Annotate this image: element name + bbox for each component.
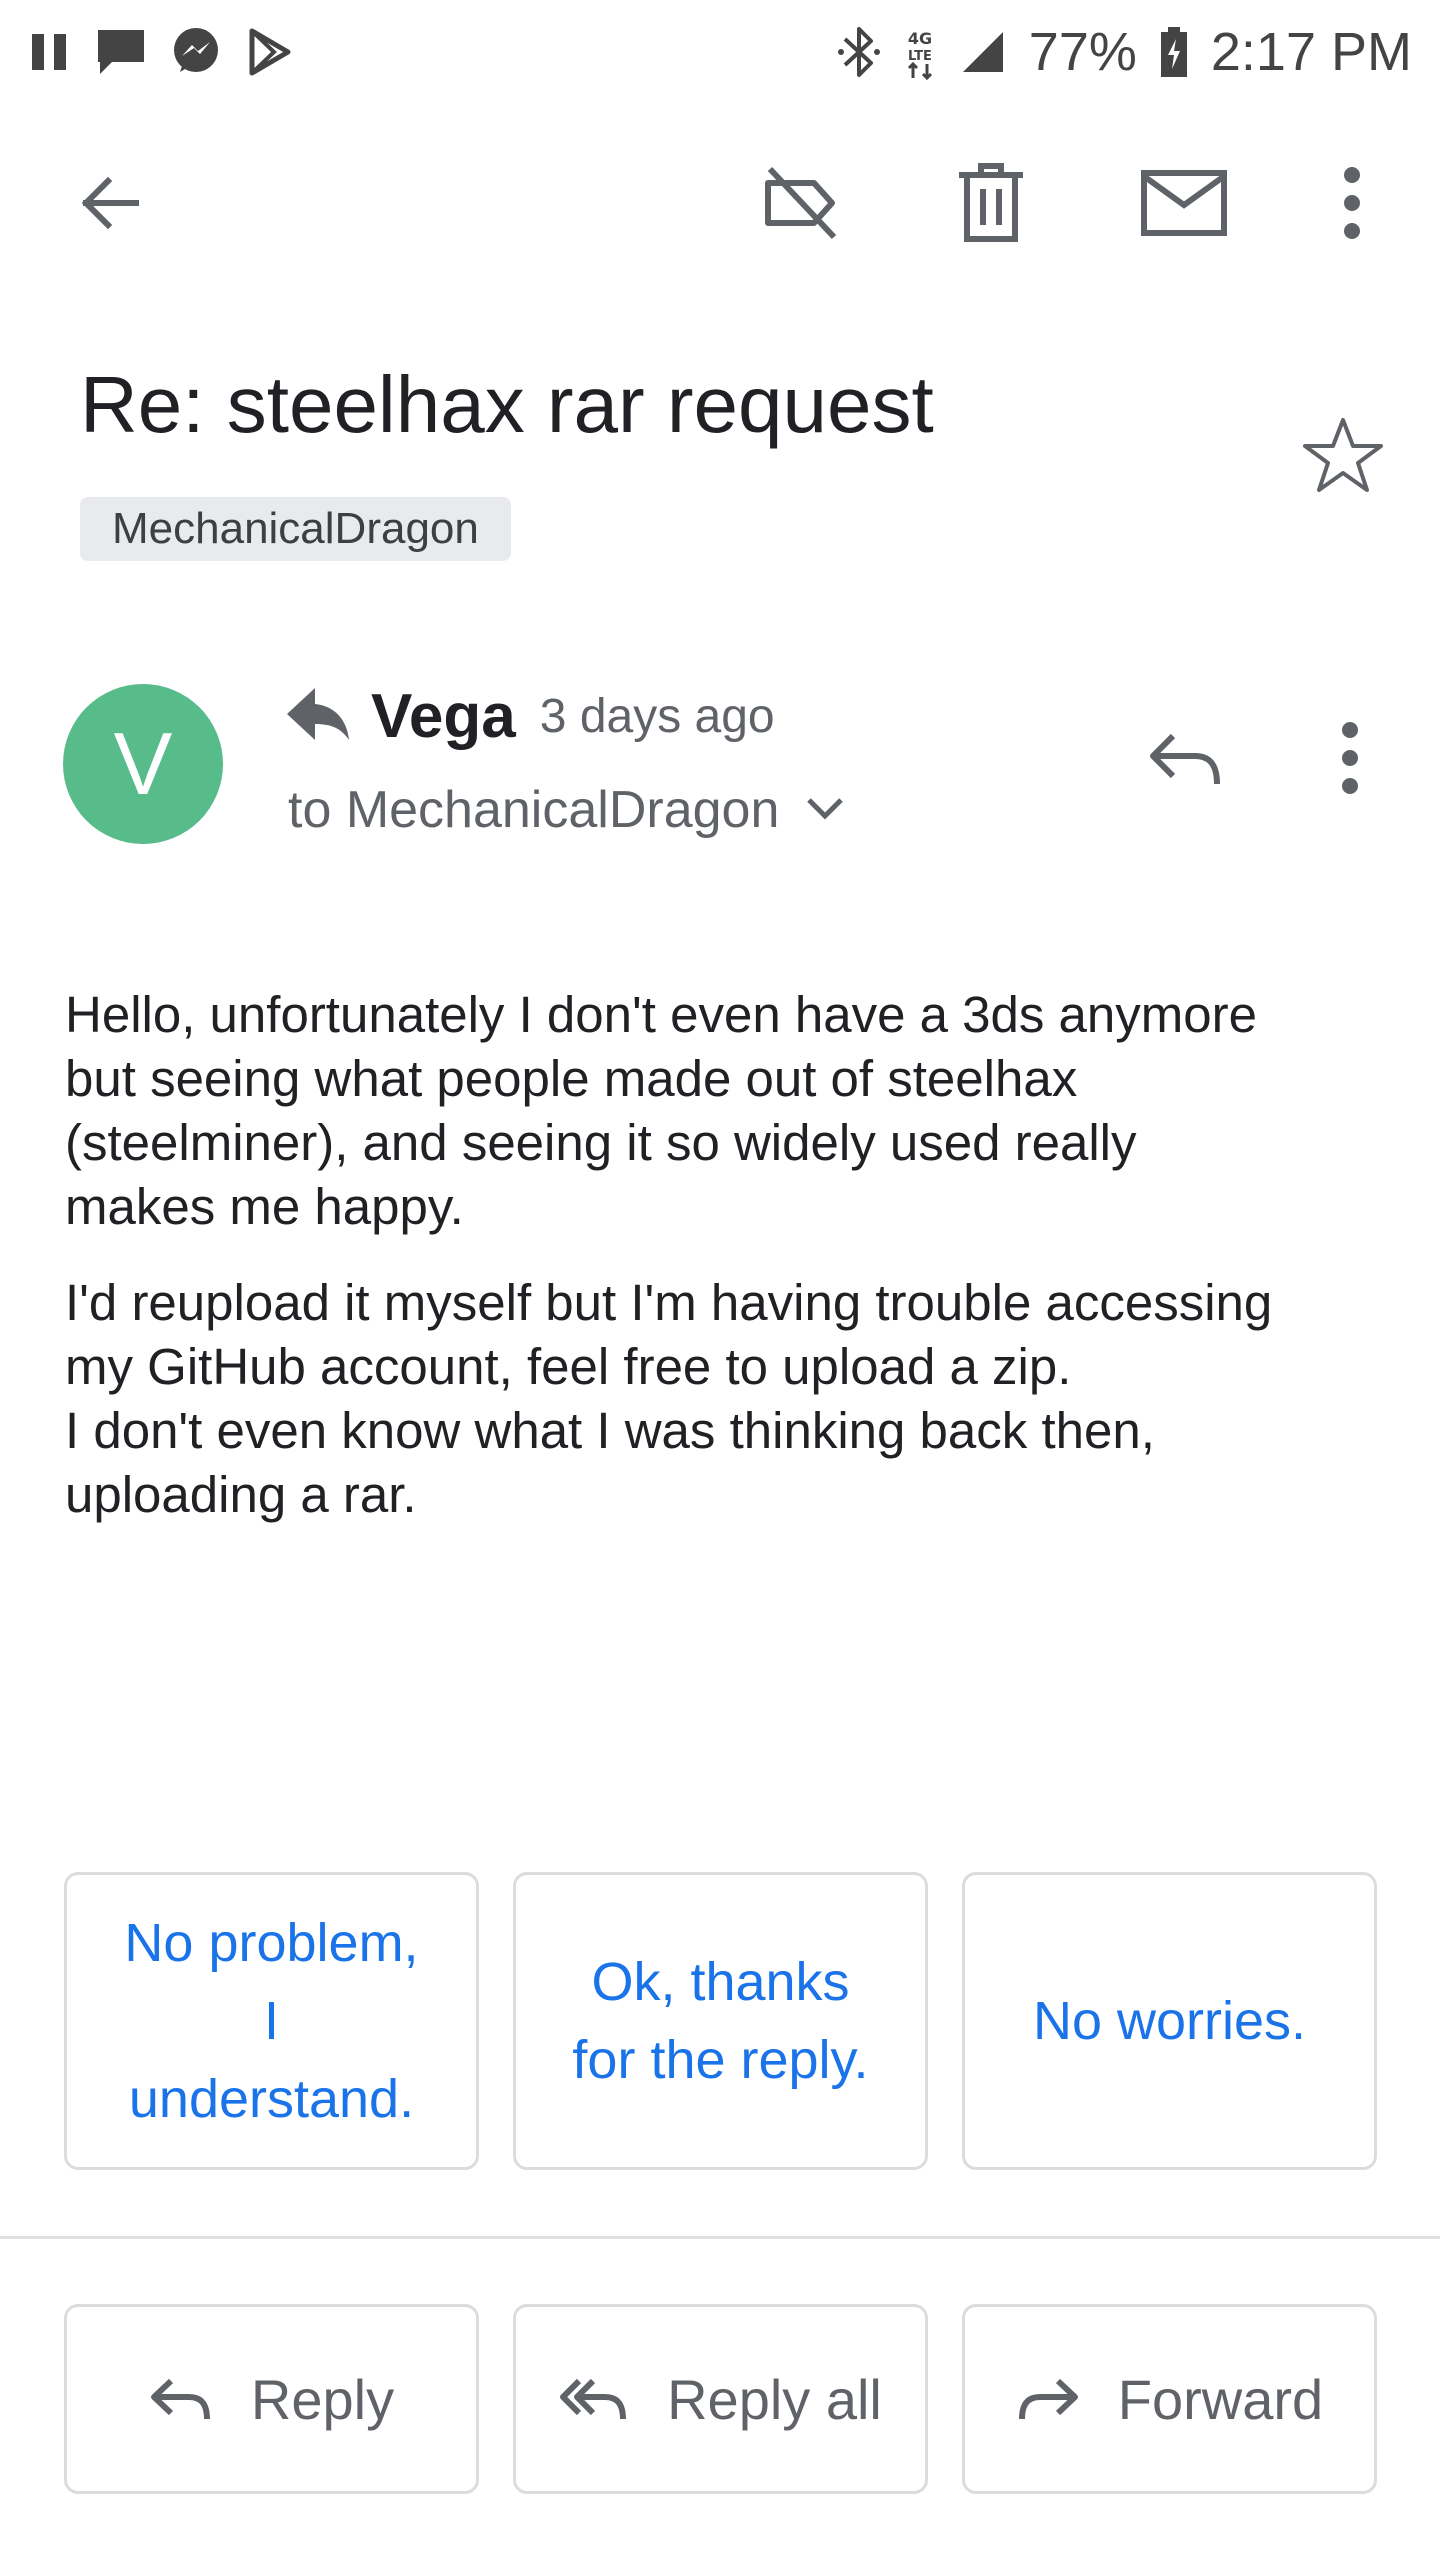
avatar[interactable]: V xyxy=(63,684,223,844)
smart-reply-text: No worries. xyxy=(1033,1982,1306,2060)
forward-button[interactable]: Forward xyxy=(962,2304,1377,2494)
star-icon xyxy=(1301,415,1385,500)
reply-button[interactable]: Reply xyxy=(64,2304,479,2494)
recipient-details-toggle[interactable]: to MechanicalDragon xyxy=(288,770,845,850)
divider xyxy=(0,2236,1440,2239)
smart-reply-line: I xyxy=(263,1991,279,2051)
smart-replies: No problem, I understand. Ok, thanks for… xyxy=(64,1872,1377,2170)
replied-icon xyxy=(285,684,351,749)
lte-icon: 4G LTE xyxy=(903,24,937,80)
message-more-button[interactable] xyxy=(1300,705,1400,815)
toolbar xyxy=(0,140,1440,270)
reply-all-button[interactable]: Reply all xyxy=(513,2304,928,2494)
smart-reply-button[interactable]: No worries. xyxy=(962,1872,1377,2170)
recipient-text: to MechanicalDragon xyxy=(288,781,780,839)
chat-icon xyxy=(94,26,148,78)
reply-label: Reply xyxy=(250,2367,395,2431)
body-line: I'd reupload it myself but I'm having tr… xyxy=(65,1274,1273,1331)
sender-timestamp: 3 days ago xyxy=(539,689,775,743)
smart-reply-button[interactable]: No problem, I understand. xyxy=(64,1872,479,2170)
smart-reply-text: Ok, thanks for the reply. xyxy=(572,1943,868,2099)
reply-all-icon xyxy=(559,2375,629,2423)
forward-label: Forward xyxy=(1117,2367,1324,2431)
body-line: makes me happy. xyxy=(65,1178,464,1235)
action-bar: Reply Reply all Forward xyxy=(64,2304,1377,2494)
status-left-icons xyxy=(28,26,294,78)
reply-all-label: Reply all xyxy=(667,2367,882,2431)
body-line: my GitHub account, feel free to upload a… xyxy=(65,1338,1072,1395)
smart-reply-line: understand. xyxy=(128,2069,415,2129)
battery-percent: 77% xyxy=(1028,22,1137,82)
back-button[interactable] xyxy=(50,140,170,270)
more-vert-icon xyxy=(1340,163,1364,248)
email-subject: Re: steelhax rar request xyxy=(80,360,934,449)
body-line: Hello, unfortunately I don't even have a… xyxy=(65,986,1257,1043)
sender-name: Vega xyxy=(371,681,516,751)
svg-text:4G: 4G xyxy=(908,29,932,48)
back-arrow-icon xyxy=(74,167,146,244)
smart-reply-line: No worries. xyxy=(1032,1991,1307,2051)
more-options-button[interactable] xyxy=(1292,140,1412,270)
body-line: uploading a rar. xyxy=(65,1466,417,1523)
star-button[interactable] xyxy=(1298,412,1388,502)
pause-icon xyxy=(28,30,72,74)
messenger-icon xyxy=(170,26,222,78)
delete-button[interactable] xyxy=(931,140,1051,270)
signal-icon xyxy=(959,28,1007,76)
forward-icon xyxy=(1016,2375,1080,2423)
body-line: I don't even know what I was thinking ba… xyxy=(65,1402,1155,1459)
play-store-icon xyxy=(244,27,294,77)
body-line: but seeing what people made out of steel… xyxy=(65,1050,1078,1107)
body-paragraph: Hello, unfortunately I don't even have a… xyxy=(65,983,1385,1239)
smart-reply-line: No problem, xyxy=(124,1913,419,1973)
body-line: (steelminer), and seeing it so widely us… xyxy=(65,1114,1137,1171)
label-off-button[interactable] xyxy=(740,140,860,270)
svg-text:LTE: LTE xyxy=(908,49,932,64)
smart-reply-text: No problem, I understand. xyxy=(124,1904,418,2138)
smart-reply-line: for the reply. xyxy=(572,2030,869,2090)
body-paragraph: I'd reupload it myself but I'm having tr… xyxy=(65,1271,1385,1527)
message-reply-button[interactable] xyxy=(1130,705,1240,815)
battery-icon xyxy=(1159,25,1189,79)
smart-reply-line: Ok, thanks xyxy=(591,1952,850,2012)
mark-unread-button[interactable] xyxy=(1124,140,1244,270)
trash-icon xyxy=(955,161,1027,250)
bluetooth-icon xyxy=(837,25,881,79)
email-body: Hello, unfortunately I don't even have a… xyxy=(65,983,1385,1559)
status-right-icons: 4G LTE 77% 2:17 PM xyxy=(837,21,1412,83)
label-chip[interactable]: MechanicalDragon xyxy=(80,497,511,561)
reply-icon xyxy=(1147,728,1223,793)
label-off-icon xyxy=(758,161,842,250)
mail-icon xyxy=(1139,167,1229,244)
sender-line: Vega 3 days ago xyxy=(285,676,775,756)
clock: 2:17 PM xyxy=(1210,22,1412,82)
more-vert-icon xyxy=(1338,718,1362,803)
chevron-down-icon xyxy=(805,794,845,827)
smart-reply-button[interactable]: Ok, thanks for the reply. xyxy=(513,1872,928,2170)
status-bar: 4G LTE 77% 2:17 PM xyxy=(0,0,1440,104)
reply-icon xyxy=(149,2375,213,2423)
